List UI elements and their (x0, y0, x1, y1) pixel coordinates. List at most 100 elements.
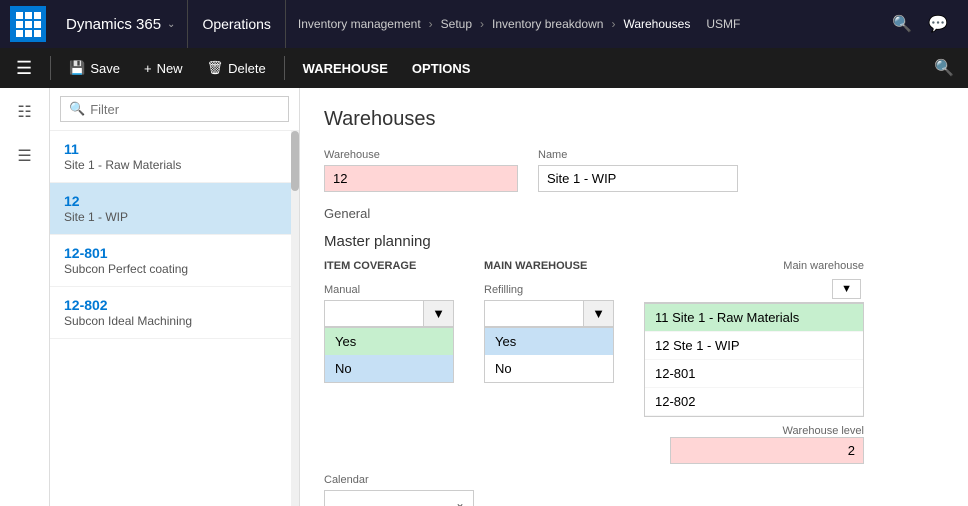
manual-yn-list: Yes No (324, 327, 454, 383)
list-item-name: Subcon Ideal Machining (64, 314, 285, 328)
scroll-track (291, 131, 299, 506)
filter-input-wrap[interactable]: 🔍 (60, 96, 289, 122)
manual-selected-label (325, 309, 423, 319)
item-coverage-col: ITEM COVERAGE Manual ▼ Yes No (324, 260, 454, 383)
calendar-field-group: Calendar ⌄ (324, 474, 474, 506)
content-area: Warehouses Warehouse Name General Master… (300, 88, 968, 506)
sidebar-icon-panel: ☷ ☰ (0, 88, 50, 506)
new-button[interactable]: + New (134, 56, 193, 81)
filter-search-icon: 🔍 (69, 101, 85, 117)
brand-name: Dynamics 365 (66, 16, 161, 33)
calendar-row: Calendar ⌄ (324, 474, 944, 506)
cmd-search-icon[interactable]: 🔍 (926, 58, 962, 78)
list-item-name: Subcon Perfect coating (64, 262, 285, 276)
save-button[interactable]: 💾 Save (59, 55, 130, 81)
mw-item-12[interactable]: 12 Ste 1 - WIP (645, 332, 863, 360)
list-item-name: Site 1 - Raw Materials (64, 158, 285, 172)
mw-item-11[interactable]: 11 Site 1 - Raw Materials (645, 304, 863, 332)
tab-warehouse[interactable]: WAREHOUSE (293, 56, 398, 81)
list-icon[interactable]: ☰ (13, 142, 35, 170)
list-item-id: 11 (64, 141, 285, 157)
refilling-selected-label (485, 309, 583, 319)
list-item[interactable]: 12 Site 1 - WIP (50, 183, 299, 235)
breadcrumb-warehouses[interactable]: Warehouses (623, 17, 690, 31)
manual-dropdown: ▼ Yes No (324, 300, 454, 383)
main-warehouse-right-arrow-row: ▼ (644, 276, 864, 303)
refilling-dropdown-btn[interactable]: ▼ (484, 300, 614, 327)
name-field-label: Name (538, 149, 738, 161)
scroll-thumb[interactable] (291, 131, 299, 191)
manual-dropdown-btn[interactable]: ▼ (324, 300, 454, 327)
list-item[interactable]: 12-801 Subcon Perfect coating (50, 235, 299, 287)
page-title: Warehouses (324, 108, 944, 131)
manual-field: Manual ▼ Yes No (324, 284, 454, 383)
warehouse-input[interactable] (324, 165, 518, 192)
nav-operations-label: Operations (202, 16, 270, 32)
chat-icon[interactable]: 💬 (928, 14, 948, 34)
refilling-no-option[interactable]: No (485, 355, 613, 382)
filter-icon[interactable]: ☷ (13, 98, 35, 126)
brand-section: Dynamics 365 ⌄ (54, 0, 188, 48)
mw-item-12-802[interactable]: 12-802 (645, 388, 863, 416)
nav-action-icons: 🔍 💬 (882, 14, 958, 34)
warehouse-list: 11 Site 1 - Raw Materials 12 Site 1 - WI… (50, 131, 299, 506)
main-warehouse-right-col: Main warehouse ▼ 11 Site 1 - Raw Materia… (644, 260, 864, 464)
main-warehouse-label: MAIN WAREHOUSE (484, 260, 614, 272)
name-input[interactable] (538, 165, 738, 192)
breadcrumb-inv-mgmt[interactable]: Inventory management (298, 17, 421, 31)
breadcrumb-setup[interactable]: Setup (441, 17, 472, 31)
general-section-header: General (324, 206, 944, 221)
main-warehouse-right-label: Main warehouse (644, 260, 864, 272)
command-bar: ☰ 💾 Save + New 🗑 Delete WAREHOUSE OPTION… (0, 48, 968, 88)
breadcrumb-sep3: › (611, 17, 615, 31)
warehouse-field-group: Warehouse (324, 149, 518, 192)
hamburger-menu[interactable]: ☰ (6, 58, 42, 79)
item-coverage-label: ITEM COVERAGE (324, 260, 454, 272)
filter-area: 🔍 (50, 88, 299, 131)
main-warehouse-col: MAIN WAREHOUSE Refilling ▼ Yes No (484, 260, 614, 383)
calendar-chevron-icon: ⌄ (455, 496, 465, 506)
manual-no-option[interactable]: No (325, 355, 453, 382)
brand-chevron-icon: ⌄ (167, 19, 175, 30)
breadcrumb-sep1: › (429, 17, 433, 31)
calendar-label: Calendar (324, 474, 474, 486)
cmd-divider2 (284, 56, 285, 80)
save-label: Save (90, 61, 120, 76)
list-item-id: 12-802 (64, 297, 285, 313)
sidebar: 🔍 11 Site 1 - Raw Materials 12 Site 1 - … (50, 88, 300, 506)
tab-options[interactable]: OPTIONS (402, 56, 481, 81)
list-item[interactable]: 11 Site 1 - Raw Materials (50, 131, 299, 183)
list-item-name: Site 1 - WIP (64, 210, 285, 224)
refilling-yn-list: Yes No (484, 327, 614, 383)
delete-label: Delete (228, 61, 266, 76)
warehouse-level-group: Warehouse level (644, 425, 864, 464)
waffle-menu[interactable] (10, 6, 46, 42)
list-item[interactable]: 12-802 Subcon Ideal Machining (50, 287, 299, 339)
calendar-dropdown[interactable]: ⌄ (324, 490, 474, 506)
new-icon: + (144, 61, 152, 76)
breadcrumb-inv-breakdown[interactable]: Inventory breakdown (492, 17, 603, 31)
refilling-yes-option[interactable]: Yes (485, 328, 613, 355)
top-navigation: Dynamics 365 ⌄ Operations Inventory mana… (0, 0, 968, 48)
refilling-dropdown: ▼ Yes No (484, 300, 614, 383)
list-item-id: 12 (64, 193, 285, 209)
new-label: New (157, 61, 183, 76)
nav-operations: Operations (188, 0, 285, 48)
manual-dropdown-arrow[interactable]: ▼ (423, 301, 453, 326)
save-icon: 💾 (69, 60, 85, 76)
manual-label: Manual (324, 284, 454, 296)
warehouse-level-input[interactable] (670, 437, 864, 464)
mw-item-12-801[interactable]: 12-801 (645, 360, 863, 388)
breadcrumb-sep2: › (480, 17, 484, 31)
refilling-label: Refilling (484, 284, 614, 296)
tenant-label: USMF (706, 17, 740, 31)
main-warehouse-dropdown-arrow[interactable]: ▼ (832, 279, 861, 299)
delete-icon: 🗑 (207, 60, 224, 76)
manual-yes-option[interactable]: Yes (325, 328, 453, 355)
refilling-dropdown-arrow[interactable]: ▼ (583, 301, 613, 326)
search-nav-icon[interactable]: 🔍 (892, 14, 912, 34)
filter-input[interactable] (90, 102, 280, 117)
name-field-group: Name (538, 149, 738, 192)
cmd-divider1 (50, 56, 51, 80)
delete-button[interactable]: 🗑 Delete (197, 55, 276, 81)
